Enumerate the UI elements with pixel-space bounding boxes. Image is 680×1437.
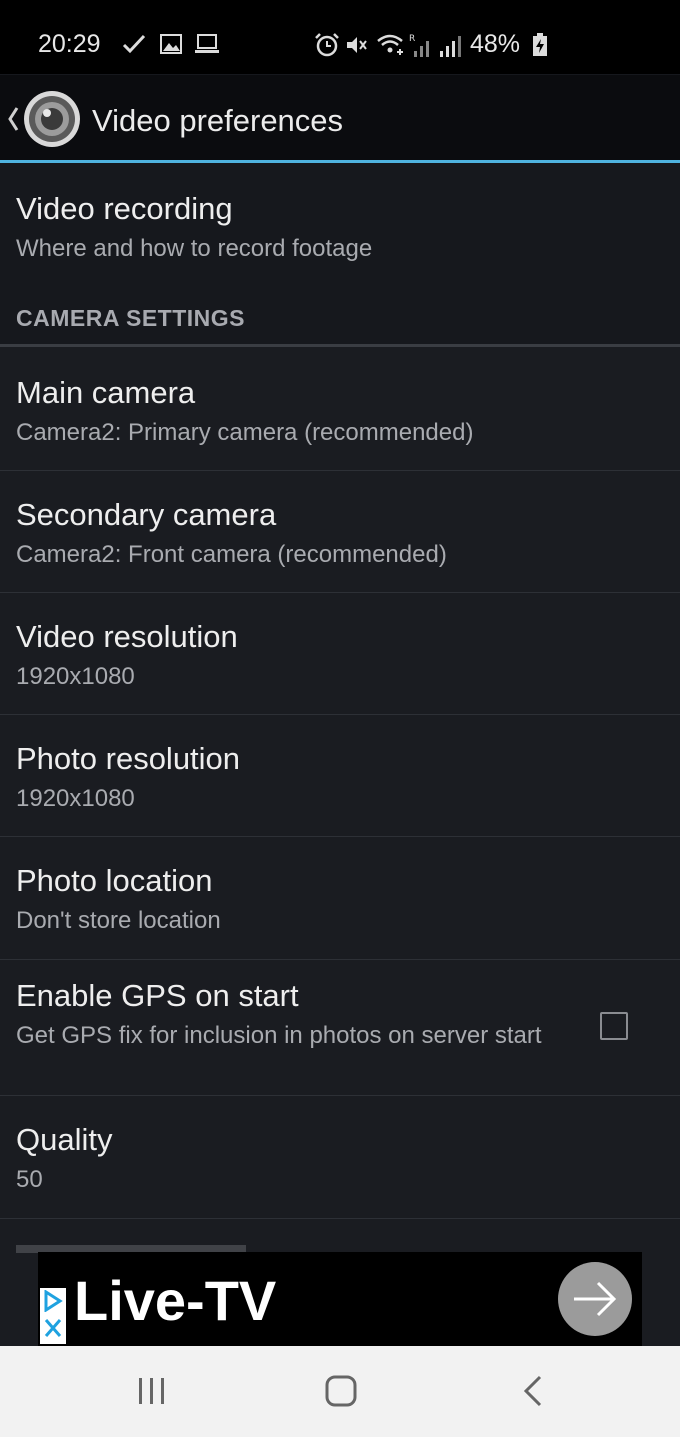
page-title: Video preferences [92, 103, 344, 138]
pref-summary: 1920x1080 [16, 663, 135, 690]
pref-summary: Camera2: Front camera (recommended) [16, 541, 447, 568]
pref-secondary-camera[interactable]: Secondary camera Camera2: Front camera (… [0, 471, 680, 592]
adchoices-icon[interactable] [43, 1290, 63, 1312]
system-nav-bar [0, 1346, 680, 1437]
pref-summary: Camera2: Primary camera (recommended) [16, 419, 474, 446]
wifi-icon [377, 34, 403, 55]
pref-photo-resolution[interactable]: Photo resolution 1920x1080 [0, 715, 680, 836]
ad-banner[interactable]: Live-TV [38, 1252, 642, 1346]
signal-icon [440, 36, 461, 57]
close-icon[interactable] [44, 1318, 62, 1338]
pref-summary: Don't store location [16, 907, 221, 934]
pref-quality[interactable]: Quality 50 [0, 1096, 680, 1218]
app-bar: Video preferences [0, 75, 680, 160]
home-icon[interactable] [324, 1374, 358, 1408]
ad-text: Live-TV [74, 1269, 277, 1332]
battery-percent: 48% [470, 30, 521, 58]
section-header-camera-settings: CAMERA SETTINGS [16, 305, 245, 331]
recent-apps-icon[interactable] [136, 1376, 168, 1406]
signal-roaming-icon: R [409, 34, 429, 57]
status-time: 20:29 [38, 30, 101, 58]
status-bar: 20:29 R 48% [0, 0, 680, 74]
pref-summary: Get GPS fix for inclusion in photos on s… [16, 1022, 542, 1049]
svg-text:R: R [409, 34, 415, 44]
pref-title: Quality [16, 1122, 113, 1157]
arrow-right-icon [574, 1281, 617, 1317]
pref-main-camera[interactable]: Main camera Camera2: Primary camera (rec… [0, 347, 680, 470]
gps-on-start-checkbox[interactable] [600, 1012, 628, 1040]
mute-icon [347, 37, 367, 53]
laptop-icon [195, 34, 219, 53]
image-icon [160, 34, 182, 54]
pref-summary: Where and how to record footage [16, 235, 373, 262]
ad-badge [40, 1288, 66, 1344]
alarm-icon [315, 33, 339, 57]
pref-title: Video resolution [16, 619, 238, 654]
pref-title: Photo location [16, 863, 213, 898]
chevron-left-icon[interactable] [6, 105, 20, 133]
pref-video-resolution[interactable]: Video resolution 1920x1080 [0, 593, 680, 714]
camera-lens-icon [24, 91, 80, 147]
pref-photo-location[interactable]: Photo location Don't store location [0, 837, 680, 959]
pref-summary: 50 [16, 1166, 43, 1193]
pref-title: Video recording [16, 191, 233, 226]
ad-cta-button[interactable] [558, 1262, 632, 1336]
pref-video-recording[interactable]: Video recording Where and how to record … [0, 163, 680, 293]
battery-charging-icon [533, 33, 547, 56]
pref-summary: 1920x1080 [16, 785, 135, 812]
check-icon [122, 34, 146, 54]
pref-enable-gps-on-start[interactable]: Enable GPS on start Get GPS fix for incl… [0, 960, 680, 1095]
pref-title: Enable GPS on start [16, 978, 299, 1013]
back-icon[interactable] [520, 1374, 546, 1408]
pref-title: Photo resolution [16, 741, 241, 776]
pref-title: Secondary camera [16, 497, 277, 532]
pref-title: Main camera [16, 375, 196, 410]
